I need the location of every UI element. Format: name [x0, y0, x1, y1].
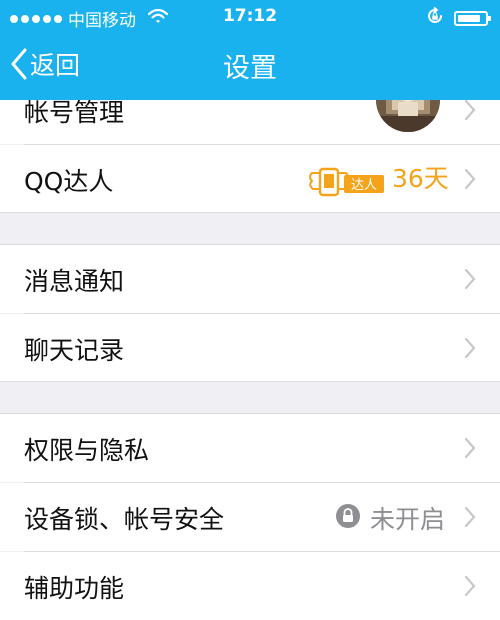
chevron-right-icon — [464, 575, 476, 597]
battery-icon — [454, 11, 491, 26]
status-bar: 中国移动 17:12 — [0, 0, 500, 32]
device-lock-status: 未开启 — [370, 505, 446, 534]
lock-icon — [336, 504, 360, 532]
cell-accessibility[interactable]: 辅助功能 — [0, 552, 500, 620]
section-divider — [0, 212, 500, 213]
rotation-lock-icon — [426, 6, 444, 30]
cell-label: 权限与隐私 — [24, 436, 150, 465]
status-right — [426, 6, 491, 30]
nav-bar: 返回 设置 — [0, 32, 500, 100]
top-bar: 中国移动 17:12 返回 设置 — [0, 0, 500, 100]
daren-badge-label: 达人 — [351, 178, 377, 193]
status-time: 17:12 — [222, 6, 278, 26]
cell-chat-history[interactable]: 聊天记录 — [0, 314, 500, 382]
chevron-right-icon — [464, 506, 476, 528]
chevron-right-icon — [464, 268, 476, 290]
cell-qq-daren[interactable]: QQ达人 达人 36天 — [0, 145, 500, 213]
cell-label: 聊天记录 — [24, 336, 125, 365]
cell-label: 设备锁、帐号安全 — [24, 505, 225, 534]
cell-label: 消息通知 — [24, 267, 125, 296]
section-divider — [0, 381, 500, 382]
daren-badge-icon: 达人 — [308, 167, 386, 201]
cell-message-notifications[interactable]: 消息通知 — [0, 245, 500, 313]
daren-days-value: 36天 — [392, 164, 449, 193]
cell-permissions-privacy[interactable]: 权限与隐私 — [0, 414, 500, 482]
cell-device-lock-security[interactable]: 设备锁、帐号安全 未开启 — [0, 483, 500, 551]
cell-label: QQ达人 — [24, 167, 114, 196]
chevron-right-icon — [464, 168, 476, 190]
chevron-right-icon — [464, 337, 476, 359]
chevron-right-icon — [464, 437, 476, 459]
chevron-right-icon — [464, 99, 476, 121]
page-title: 设置 — [223, 53, 277, 84]
